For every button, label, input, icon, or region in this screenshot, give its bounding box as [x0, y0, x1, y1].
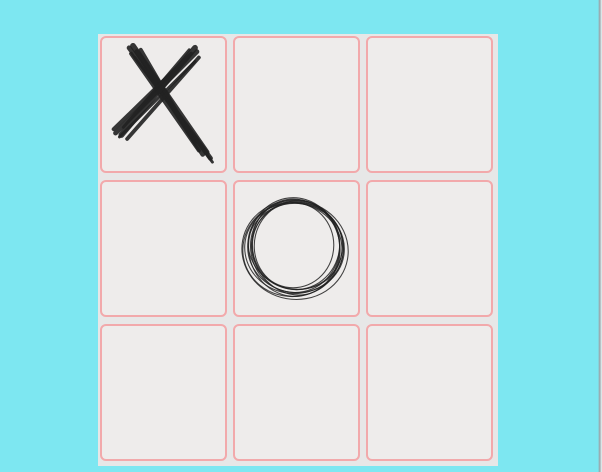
board-cell-1[interactable] — [100, 36, 227, 173]
board-cell-6[interactable] — [366, 180, 493, 317]
board-cell-7[interactable] — [100, 324, 227, 461]
o-mark-icon — [241, 197, 349, 301]
window-edge — [598, 0, 602, 472]
board-cell-2[interactable] — [233, 36, 360, 173]
o-mark-loop — [251, 198, 341, 296]
x-mark-icon — [111, 42, 214, 164]
game-board — [98, 34, 498, 466]
board-cell-5[interactable] — [233, 180, 360, 317]
board-cell-4[interactable] — [100, 180, 227, 317]
board-cell-8[interactable] — [233, 324, 360, 461]
board-cell-9[interactable] — [366, 324, 493, 461]
board-cell-3[interactable] — [366, 36, 493, 173]
o-mark-loop — [251, 201, 335, 289]
